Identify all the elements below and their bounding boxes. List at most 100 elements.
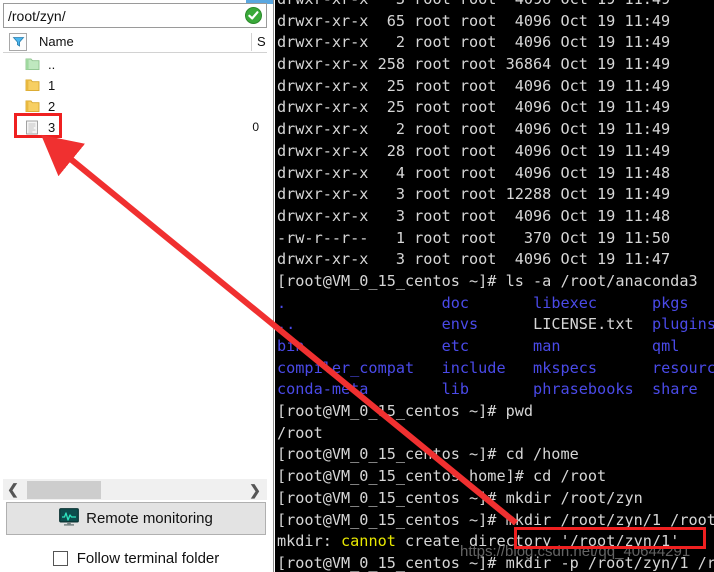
monitor-chart-icon — [59, 507, 80, 530]
terminal-text: drwxr-xr-x 2 root root 4096 Oct 19 11:49 — [277, 33, 671, 52]
terminal-text: libexec — [533, 293, 598, 312]
filter-funnel-icon[interactable] — [9, 32, 27, 51]
remote-monitoring-label: Remote monitoring — [86, 510, 213, 527]
file-size: 0 — [252, 120, 259, 134]
terminal-text: create directory '/root/zyn/1' — [395, 532, 680, 551]
terminal-text: compiler_compat — [277, 358, 415, 377]
terminal-line: [root@VM_0_15_centos ~]# pwd — [277, 401, 714, 423]
folder-up-icon — [25, 57, 42, 73]
terminal-line: .. envs LICENSE.txt plugins — [277, 314, 714, 336]
terminal-line: -rw-r--r-- 1 root root 370 Oct 19 11:50 — [277, 228, 714, 250]
checkmark-circle-icon — [245, 7, 262, 24]
terminal-line: [root@VM_0_15_centos ~]# ls -a /root/ana… — [277, 271, 714, 293]
terminal-text: [root@VM_0_15_centos ~]# pwd — [277, 402, 534, 421]
horizontal-scrollbar[interactable]: ❮ ❯ — [3, 478, 267, 500]
terminal-text: pkgs — [651, 293, 689, 312]
column-header-name[interactable]: Name — [39, 34, 74, 49]
file-list-item[interactable]: 1 — [3, 75, 267, 96]
terminal-text: [root@VM_0_15_centos ~]# cd /home — [277, 445, 579, 464]
terminal-text: phrasebooks — [533, 380, 634, 399]
terminal-text: share — [651, 380, 698, 399]
file-list-item[interactable]: .. — [3, 54, 267, 75]
file-name: .. — [48, 57, 56, 72]
terminal-text: drwxr-xr-x 25 root root 4096 Oct 19 11:4… — [277, 76, 671, 95]
terminal-output-panel[interactable]: drwxr-xr-x 3 root root 4096 Oct 19 11:49… — [275, 0, 714, 572]
terminal-text: drwxr-xr-x 2 root root 4096 Oct 19 11:49 — [277, 120, 671, 139]
terminal-text: /root — [277, 423, 323, 442]
column-divider — [251, 33, 252, 51]
terminal-text: drwxr-xr-x 28 root root 4096 Oct 19 11:4… — [277, 141, 671, 160]
terminal-text: mkspecs — [533, 358, 598, 377]
terminal-line: drwxr-xr-x 25 root root 4096 Oct 19 11:4… — [277, 76, 714, 98]
terminal-line: drwxr-xr-x 2 root root 4096 Oct 19 11:49 — [277, 119, 714, 141]
terminal-line: /root — [277, 423, 714, 445]
terminal-text: [root@VM_0_15_centos home]# cd /root — [277, 467, 607, 486]
terminal-text: plugins — [651, 315, 714, 334]
terminal-line: drwxr-xr-x 3 root root 4096 Oct 19 11:47 — [277, 249, 714, 271]
folder-icon — [25, 78, 42, 94]
scroll-right-arrow-icon[interactable]: ❯ — [245, 480, 265, 500]
terminal-text: drwxr-xr-x 3 root root 12288 Oct 19 11:4… — [277, 185, 671, 204]
remote-path-bar[interactable] — [3, 3, 267, 28]
terminal-line: [root@VM_0_15_centos ~]# mkdir /root/zyn — [277, 488, 714, 510]
terminal-line: conda-meta lib phrasebooks share — [277, 379, 714, 401]
follow-terminal-folder-row[interactable]: Follow terminal folder — [6, 546, 266, 570]
terminal-line: compiler_compat include mkspecs resource… — [277, 358, 714, 380]
terminal-text: drwxr-xr-x 3 root root 4096 Oct 19 11:49 — [277, 0, 670, 8]
terminal-text: [root@VM_0_15_centos ~]# ls -a /root/ana… — [277, 271, 698, 290]
terminal-text: include — [441, 358, 506, 377]
screenshot-root: Name S ..1230 ❮ ❯ Remote monitoring — [0, 0, 714, 572]
terminal-text: [root@VM_0_15_centos ~]# mkdir /root/zyn — [277, 488, 643, 507]
terminal-text: envs — [441, 315, 479, 334]
file-browser-panel: Name S ..1230 ❮ ❯ Remote monitoring — [0, 0, 274, 572]
terminal-line: [root@VM_0_15_centos ~]# mkdir -p /root/… — [277, 553, 714, 572]
terminal-text: drwxr-xr-x 25 root root 4096 Oct 19 11:4… — [277, 98, 671, 117]
follow-terminal-folder-checkbox[interactable] — [52, 550, 68, 566]
terminal-text: drwxr-xr-x 65 root root 4096 Oct 19 11:4… — [277, 11, 671, 30]
terminal-line: drwxr-xr-x 3 root root 12288 Oct 19 11:4… — [277, 184, 714, 206]
terminal-line: drwxr-xr-x 25 root root 4096 Oct 19 11:4… — [277, 97, 714, 119]
terminal-text: bin — [277, 337, 305, 355]
remote-path-input[interactable] — [4, 5, 234, 26]
terminal-line: [root@VM_0_15_centos home]# cd /root — [277, 466, 714, 488]
scroll-left-arrow-icon[interactable]: ❮ — [3, 480, 23, 500]
terminal-text: etc — [441, 337, 470, 355]
column-header-size[interactable]: S — [257, 34, 266, 49]
file-list[interactable]: .. 1 2 3 0 — [3, 54, 267, 468]
file-icon — [25, 120, 42, 136]
file-name: 3 — [48, 120, 56, 135]
folder-icon — [25, 99, 42, 115]
terminal-text: mkdir: — [277, 532, 342, 551]
terminal-line: drwxr-xr-x 65 root root 4096 Oct 19 11:4… — [277, 11, 714, 33]
terminal-line: [root@VM_0_15_centos ~]# cd /home — [277, 444, 714, 466]
file-list-item[interactable]: 30 — [3, 117, 267, 138]
file-list-header: Name S — [3, 31, 267, 53]
file-list-item[interactable]: 2 — [3, 96, 267, 117]
terminal-text: drwxr-xr-x 3 root root 4096 Oct 19 11:48 — [277, 206, 671, 225]
terminal-line: drwxr-xr-x 3 root root 4096 Oct 19 11:48 — [277, 206, 714, 228]
terminal-text: qml — [651, 337, 680, 355]
scrollbar-thumb[interactable] — [27, 481, 101, 499]
terminal-line: mkdir: cannot create directory '/root/zy… — [277, 531, 714, 553]
terminal-text: doc — [441, 293, 470, 312]
terminal-line: bin etc man qml — [277, 336, 714, 358]
terminal-line: [root@VM_0_15_centos ~]# mkdir /root/zyn… — [277, 510, 714, 532]
terminal-line: drwxr-xr-x 3 root root 4096 Oct 19 11:49 — [277, 0, 714, 11]
file-name: 2 — [48, 99, 56, 114]
remote-monitoring-button[interactable]: Remote monitoring — [6, 502, 266, 535]
terminal-text: conda-meta — [277, 380, 369, 399]
terminal-text: LICENSE.txt — [533, 315, 634, 334]
